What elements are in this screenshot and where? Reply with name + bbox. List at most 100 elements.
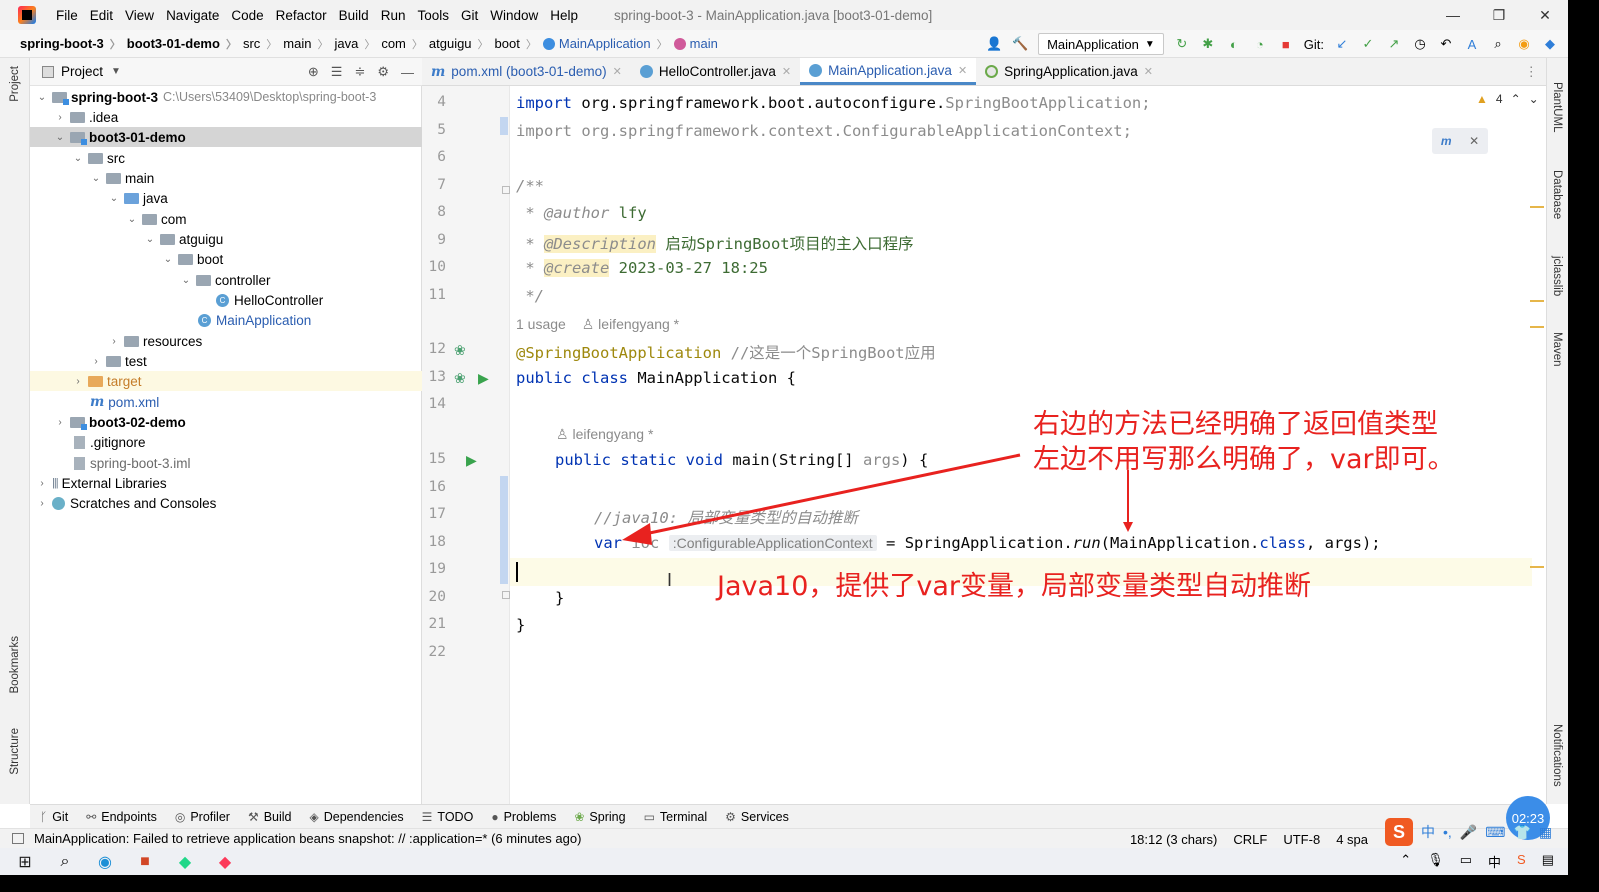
tree-item-spring-boot-3[interactable]: ⌄ spring-boot-3 C:\Users\53409\Desktop\s… — [30, 87, 422, 107]
git-push-icon[interactable]: ↗ — [1386, 36, 1402, 52]
author-hint[interactable]: leifengyang * — [572, 426, 653, 442]
user-icon[interactable]: 👤 — [986, 36, 1002, 52]
tab-pom-xml[interactable]: m pom.xml (boot3-01-demo) ✕ — [422, 58, 631, 85]
chevron-right-icon[interactable]: › — [108, 336, 120, 347]
close-tab-icon[interactable]: ✕ — [1144, 65, 1153, 78]
microphone-icon[interactable]: 🎙 — [1427, 852, 1444, 871]
intellij-logo-icon[interactable] — [18, 6, 36, 24]
tree-item-idea[interactable]: › .idea — [30, 107, 422, 127]
breadcrumb-com[interactable]: com 〉 — [381, 36, 429, 52]
indent-setting[interactable]: 4 spa — [1336, 832, 1368, 847]
structure-tool-tab[interactable]: Structure — [9, 728, 21, 775]
chevron-down-icon[interactable]: ⌄ — [126, 214, 138, 225]
profiler-tool-tab[interactable]: ◎ Profiler — [175, 810, 230, 824]
close-tab-icon[interactable]: ✕ — [782, 65, 791, 78]
problems-tool-tab[interactable]: ● Problems — [491, 810, 556, 824]
edge-browser-icon[interactable]: ◉ — [96, 853, 114, 871]
maven-reload-icon[interactable]: m — [1441, 134, 1452, 148]
tree-item-boot3-01-demo[interactable]: ⌄ boot3-01-demo — [30, 127, 422, 147]
chevron-right-icon[interactable]: › — [36, 498, 48, 509]
notifications-tool-tab[interactable]: Notifications — [1551, 724, 1563, 787]
bookmarks-tool-tab[interactable]: Bookmarks — [9, 636, 21, 694]
expand-all-icon[interactable]: ☰ — [331, 64, 343, 80]
ide-update-icon[interactable]: ◆ — [1542, 36, 1558, 52]
maven-tool-tab[interactable]: Maven — [1551, 332, 1563, 367]
tree-item-boot[interactable]: ⌄ boot — [30, 249, 422, 269]
menu-tools[interactable]: Tools — [411, 8, 455, 23]
intellij-icon[interactable]: ◆ — [216, 853, 234, 871]
chevron-up-icon[interactable]: ⌃ — [1400, 852, 1411, 871]
chevron-right-icon[interactable]: › — [72, 376, 84, 387]
more-tabs-icon[interactable]: ⋮ — [1525, 64, 1539, 80]
spring-tool-tab[interactable]: ❀ Spring — [574, 810, 625, 824]
tree-item-gitignore[interactable]: .gitignore — [30, 432, 422, 452]
chevron-right-icon[interactable]: › — [54, 417, 66, 428]
warning-marker[interactable] — [1530, 300, 1544, 302]
build-tool-tab[interactable]: ⚒ Build — [248, 810, 292, 824]
chevron-down-icon[interactable]: ⌄ — [36, 92, 48, 103]
menu-run[interactable]: Run — [375, 8, 412, 23]
status-panel-icon[interactable] — [12, 833, 24, 844]
close-tab-icon[interactable]: ✕ — [613, 65, 622, 78]
pycharm-icon[interactable]: ◆ — [176, 853, 194, 871]
search-icon[interactable]: ⌕ — [1490, 36, 1506, 52]
windows-start-icon[interactable]: ⊞ — [16, 853, 34, 871]
menu-file[interactable]: File — [50, 8, 84, 23]
tree-item-src[interactable]: ⌄ src — [30, 148, 422, 168]
git-update-icon[interactable]: ↙ — [1334, 36, 1350, 52]
breadcrumb-java[interactable]: java 〉 — [334, 36, 381, 52]
tree-item-pom[interactable]: m pom.xml — [30, 392, 422, 412]
skin-icon[interactable]: 👕 — [1513, 824, 1530, 841]
translate-icon[interactable]: A — [1464, 36, 1480, 52]
chevron-down-icon[interactable]: ⌄ — [162, 254, 174, 265]
search-icon[interactable]: ⌕ — [56, 853, 74, 871]
chevron-down-icon[interactable]: ⌄ — [72, 153, 84, 164]
tree-item-scratches[interactable]: › Scratches and Consoles — [30, 493, 422, 513]
menu-refactor[interactable]: Refactor — [270, 8, 333, 23]
plantuml-tool-tab[interactable]: PlantUML — [1551, 82, 1563, 133]
jclasslib-tool-tab[interactable]: jclasslib — [1551, 256, 1563, 296]
warning-marker[interactable] — [1530, 326, 1544, 328]
menu-help[interactable]: Help — [544, 8, 584, 23]
chevron-down-icon[interactable]: ⌄ — [144, 234, 156, 245]
spring-bean-icon[interactable]: ❀ — [454, 370, 466, 387]
method-author-hint[interactable]: ♙ leifengyang * — [556, 426, 653, 443]
tree-item-test[interactable]: › test — [30, 351, 422, 371]
chevron-up-icon[interactable]: ⌃ — [1511, 92, 1521, 106]
stop-icon[interactable]: ■ — [1278, 36, 1294, 52]
tab-mainapplication[interactable]: MainApplication.java ✕ — [800, 58, 977, 85]
tree-item-atguigu[interactable]: ⌄ atguigu — [30, 229, 422, 249]
menu-view[interactable]: View — [119, 8, 160, 23]
microphone-icon[interactable]: 🎤 — [1460, 824, 1477, 841]
breadcrumb-class[interactable]: MainApplication 〉 — [542, 36, 674, 52]
sogou-logo-icon[interactable]: S — [1385, 818, 1413, 846]
gear-icon[interactable]: ⚙ — [377, 64, 389, 80]
run-gutter-icon[interactable]: ▶ — [466, 452, 477, 469]
battery-icon[interactable]: ▭ — [1460, 852, 1472, 871]
dependencies-tool-tab[interactable]: ◈ Dependencies — [310, 810, 404, 824]
spring-bean-icon[interactable]: ❀ — [454, 342, 466, 359]
chevron-right-icon[interactable]: › — [90, 356, 102, 367]
file-encoding[interactable]: UTF-8 — [1283, 832, 1320, 847]
tab-springapplication[interactable]: SpringApplication.java ✕ — [976, 58, 1162, 85]
git-tool-tab[interactable]: ᚴ Git — [40, 810, 68, 824]
locate-icon[interactable]: ⊕ — [308, 64, 319, 80]
chevron-down-icon[interactable]: ⌄ — [180, 275, 192, 286]
tab-hellocontroller[interactable]: HelloController.java ✕ — [631, 58, 800, 85]
menu-build[interactable]: Build — [333, 8, 375, 23]
database-tool-tab[interactable]: Database — [1551, 170, 1563, 219]
menu-git[interactable]: Git — [455, 8, 484, 23]
keyboard-icon[interactable]: ⌨ — [1485, 824, 1505, 841]
history-icon[interactable]: ◷ — [1412, 36, 1428, 52]
close-icon[interactable]: ✕ — [1469, 134, 1479, 148]
ime-icon[interactable]: 中 — [1488, 852, 1501, 871]
services-tool-tab[interactable]: ⚙ Services — [725, 810, 789, 824]
menu-edit[interactable]: Edit — [84, 8, 119, 23]
tree-item-resources[interactable]: › resources — [30, 331, 422, 351]
tree-item-target[interactable]: › target — [30, 371, 422, 391]
caret-position[interactable]: 18:12 (3 chars) — [1130, 832, 1217, 847]
tree-item-com[interactable]: ⌄ com — [30, 209, 422, 229]
close-tab-icon[interactable]: ✕ — [958, 64, 967, 77]
fold-icon[interactable] — [502, 186, 510, 194]
collapse-all-icon[interactable]: ≑ — [354, 64, 365, 80]
